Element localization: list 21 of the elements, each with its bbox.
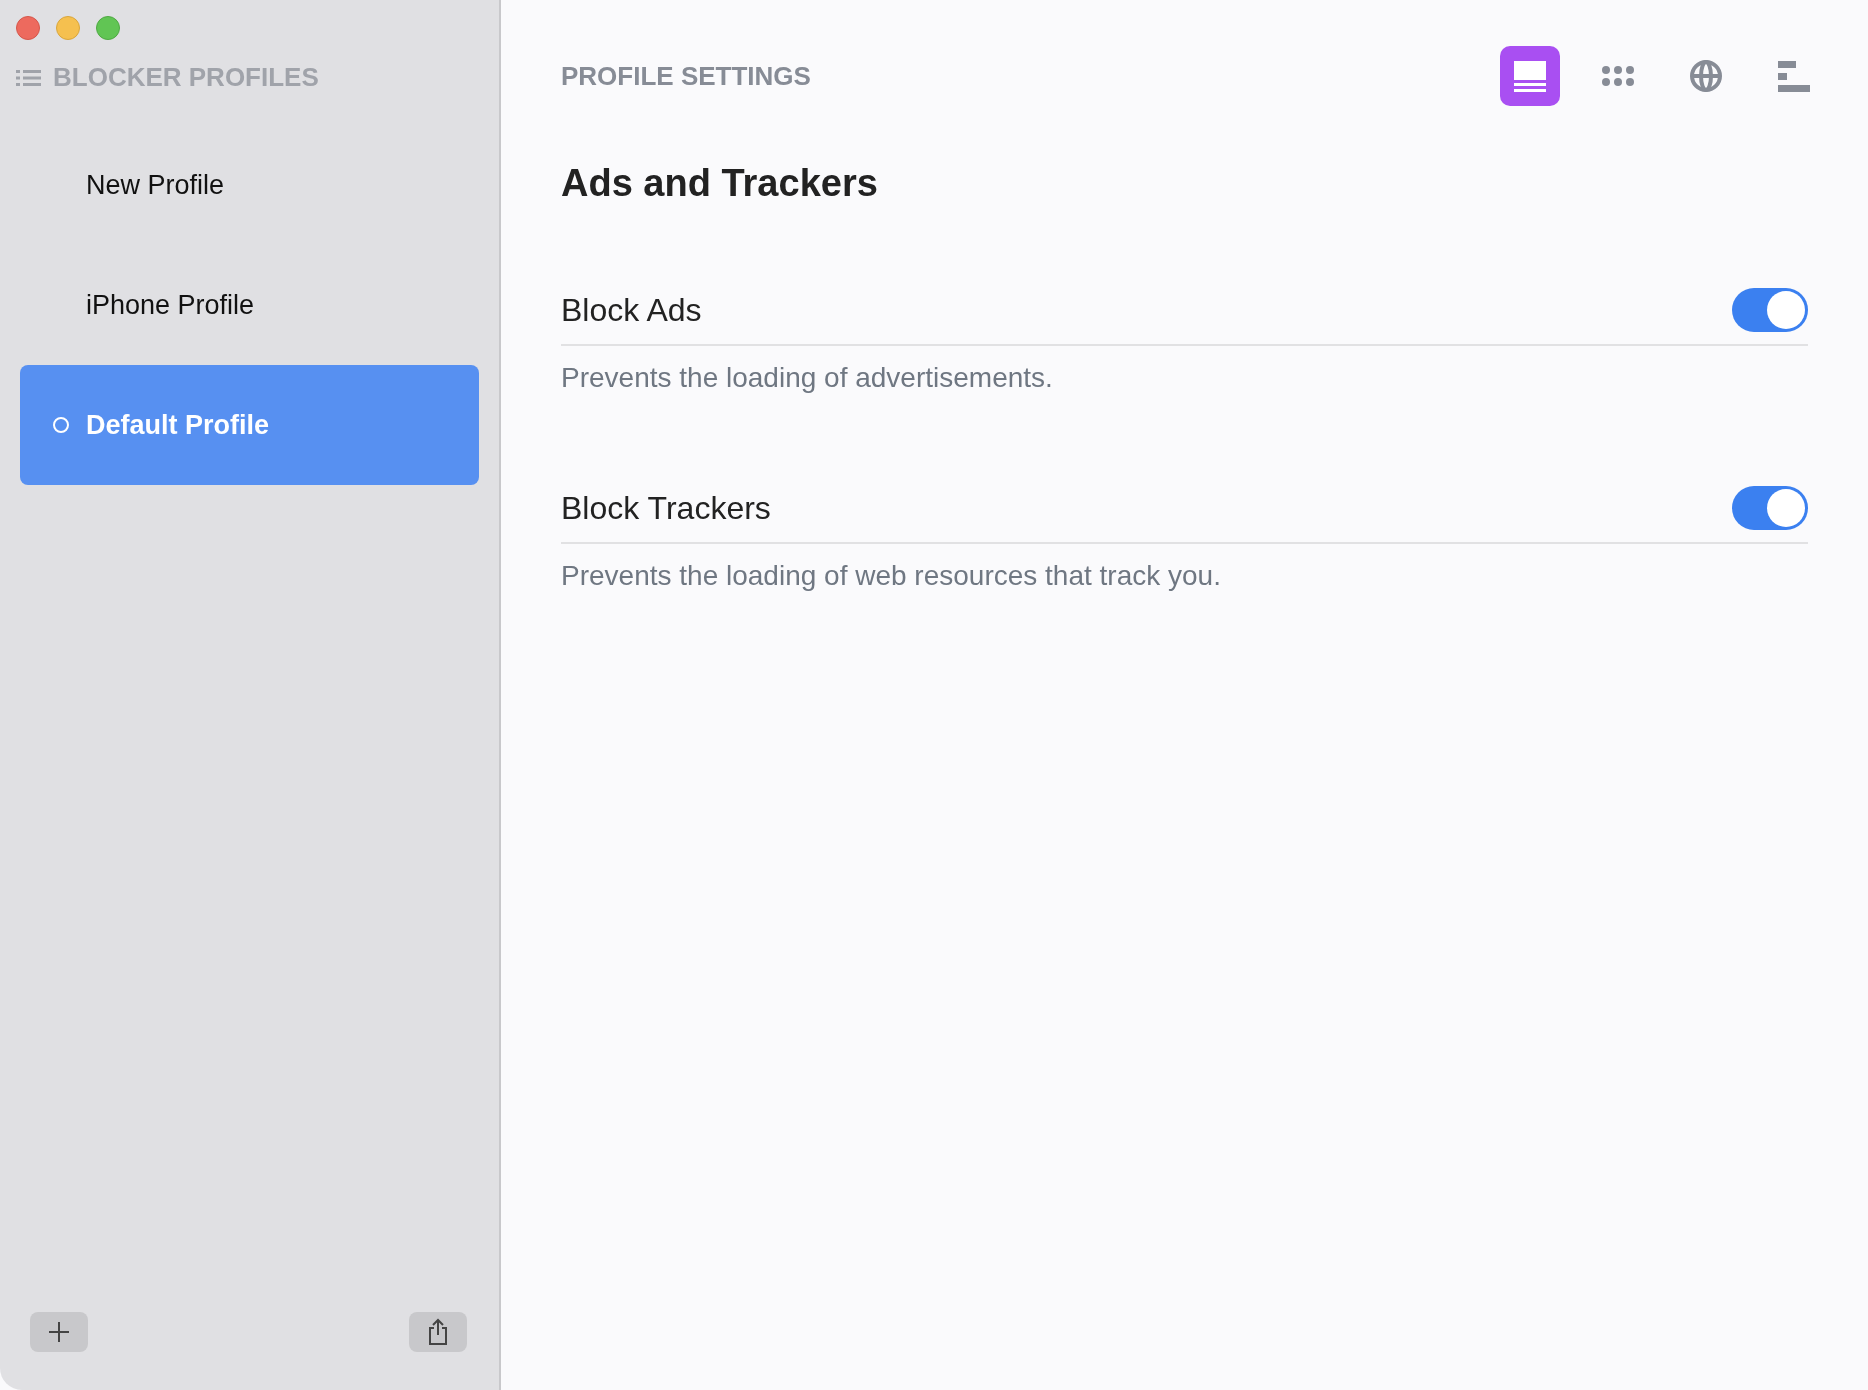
plus-icon (47, 1320, 71, 1344)
panel-icon[interactable] (1500, 46, 1560, 106)
zoom-button[interactable] (96, 16, 120, 40)
close-button[interactable] (16, 16, 40, 40)
profile-item[interactable]: New Profile (20, 125, 479, 245)
setting-description: Prevents the loading of web resources that track you. (561, 560, 1222, 592)
setting-label: Block Ads (561, 291, 702, 329)
list-icon (16, 68, 41, 87)
section-header: PROFILE SETTINGS (561, 60, 811, 92)
setting-description: Prevents the loading of advertisements. (561, 362, 1054, 394)
setting-label: Block Trackers (561, 489, 771, 527)
share-icon (426, 1317, 450, 1347)
section-title: Ads and Trackers (561, 161, 879, 205)
minimize-button[interactable] (56, 16, 80, 40)
share-button[interactable] (409, 1312, 467, 1352)
circle-icon (52, 416, 70, 434)
add-button[interactable] (30, 1312, 88, 1352)
toggle-switch[interactable] (1732, 288, 1808, 332)
toggle-switch[interactable] (1732, 486, 1808, 530)
profile-item[interactable]: iPhone Profile (20, 245, 479, 365)
sidebar-title: BLOCKER PROFILES (53, 62, 319, 93)
